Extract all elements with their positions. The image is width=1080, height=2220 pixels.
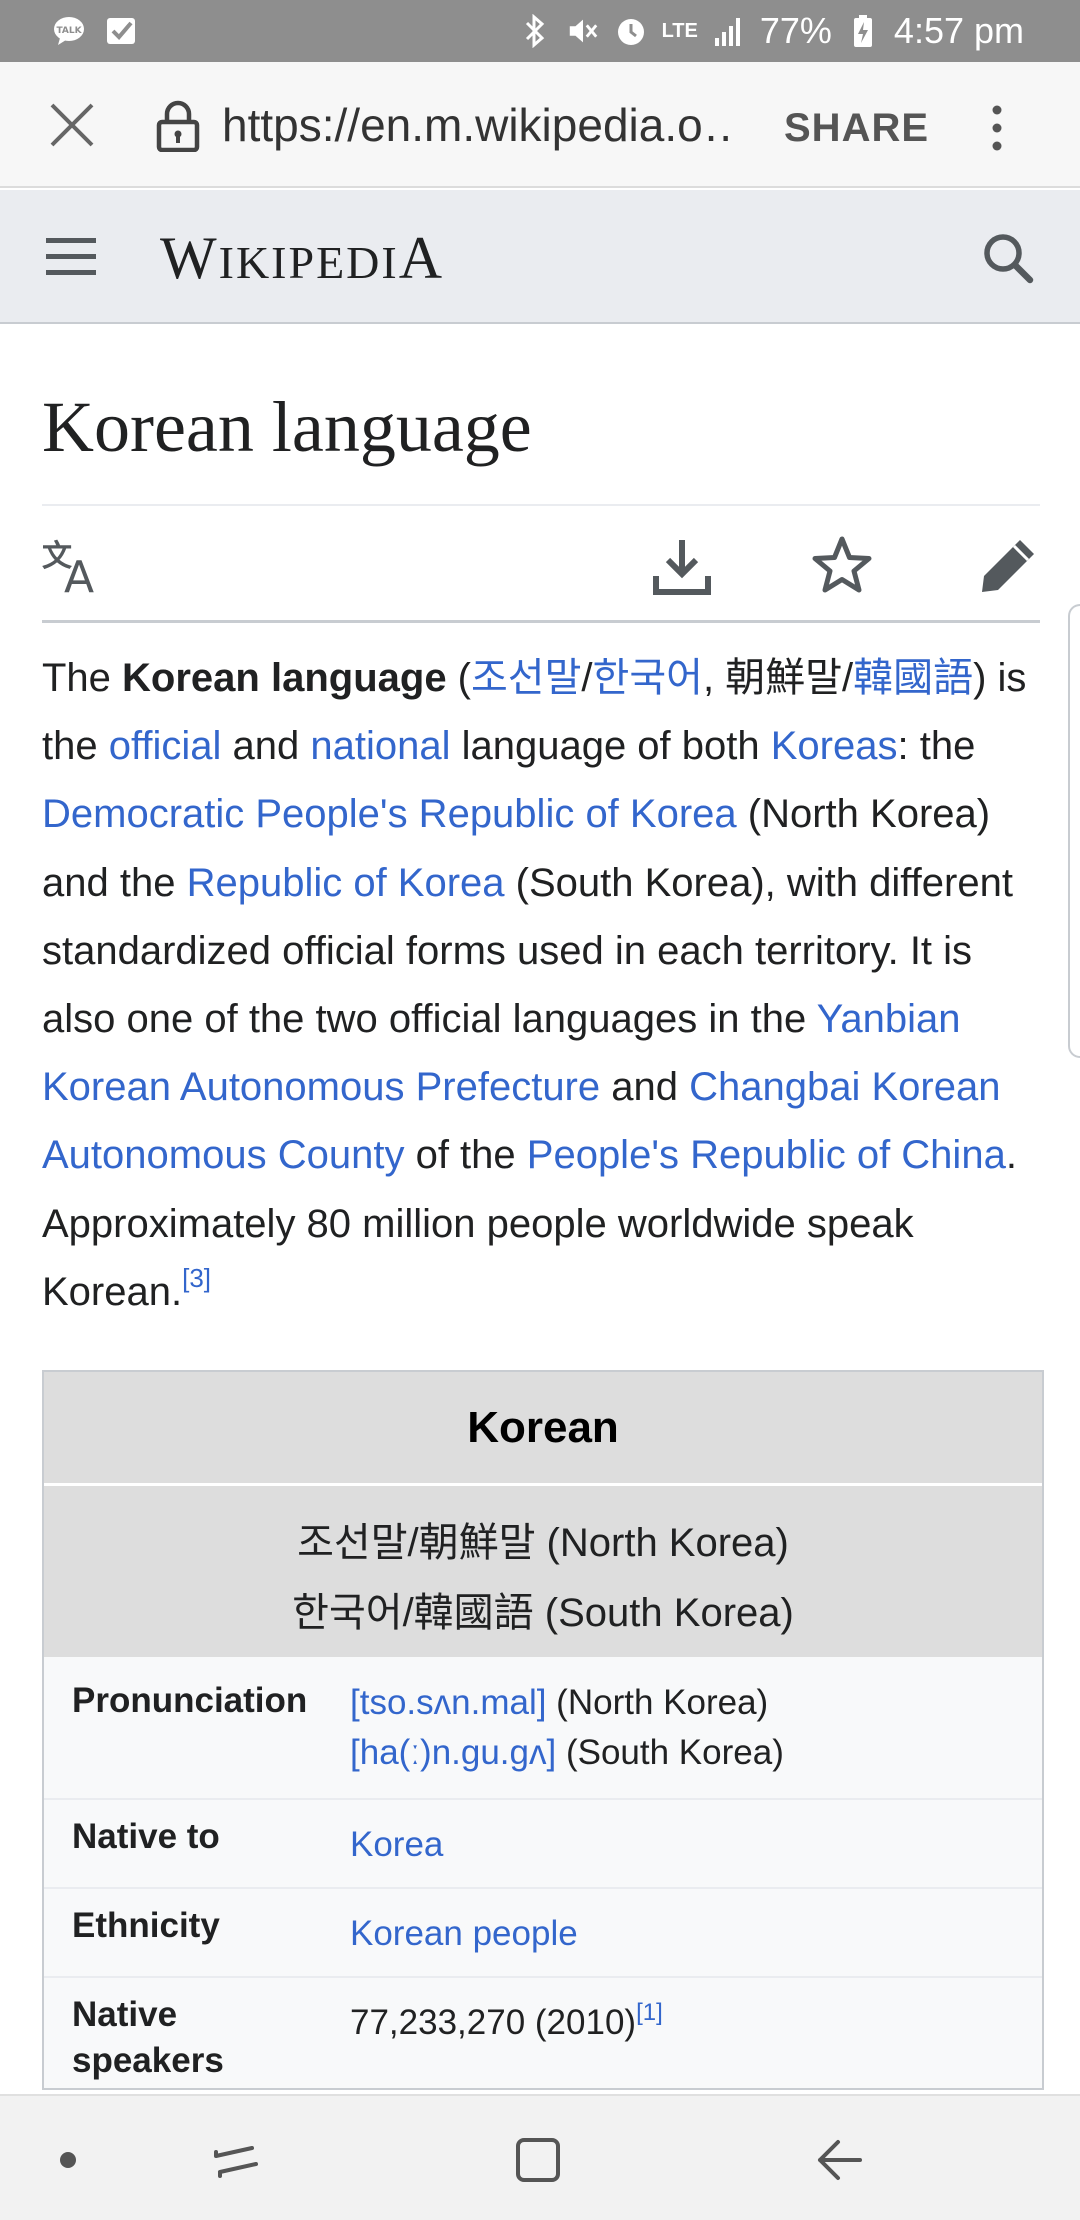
infobox-row-native-speakers: Native speakers 77,233,270 (2010)[1] (44, 1978, 1042, 2088)
link-korean-people[interactable]: Korean people (350, 1914, 578, 1953)
more-vert-icon[interactable] (982, 100, 1012, 156)
link-koreas[interactable]: Koreas (771, 724, 898, 768)
reference-3[interactable]: [3] (182, 1263, 211, 1293)
home-icon[interactable] (510, 2132, 566, 2188)
row-value: [tso.sʌn.mal] (North Korea) [ha(ː)n.gu.g… (350, 1683, 784, 1772)
actions-divider (42, 620, 1040, 623)
bluetooth-icon (518, 14, 552, 48)
row-value: Korea (350, 1820, 443, 1870)
dot-indicator-icon (40, 2132, 96, 2188)
link-national[interactable]: national (310, 724, 450, 768)
native-name-south: 한국어/韓國語 (South Korea) (292, 1591, 794, 1635)
row-label: Native to (72, 1817, 220, 1856)
infobox-row-ethnicity: Ethnicity Korean people (44, 1889, 1042, 1978)
network-type: LTE (661, 19, 698, 42)
share-button[interactable]: SHARE (784, 106, 929, 151)
talk-notification-icon: TALK (52, 14, 86, 48)
link-hanja[interactable]: 韓國語 (853, 656, 973, 700)
link-korea[interactable]: Korea (350, 1825, 443, 1864)
recent-apps-icon[interactable] (208, 2132, 264, 2188)
intro-paragraph: The Korean language (조선말/한국어, 朝鮮말/韓國語) i… (42, 656, 1027, 1314)
link-rok[interactable]: Republic of Korea (187, 861, 505, 905)
back-icon[interactable] (812, 2132, 868, 2188)
status-bar: TALK LTE 77% 4:57 pm (0, 0, 1080, 62)
row-value: Korean people (350, 1909, 578, 1959)
link-ipa-south[interactable]: [ha(ː)n.gu.gʌ] (350, 1733, 556, 1772)
row-label: Native speakers (72, 1995, 224, 2080)
browser-toolbar: https://en.m.wikipedia.o… SHARE (0, 62, 1080, 188)
hamburger-menu-icon[interactable] (44, 232, 100, 282)
lock-icon[interactable] (154, 100, 202, 153)
system-navigation-bar (0, 2094, 1080, 2220)
infobox-title: Korean (44, 1372, 1042, 1486)
link-dprk[interactable]: Democratic People's Republic of Korea (42, 792, 737, 836)
close-icon[interactable] (44, 97, 100, 153)
row-value: 77,233,270 (2010)[1] (350, 1999, 663, 2043)
side-panel-handle[interactable] (1068, 604, 1080, 1058)
wikipedia-logo[interactable]: WIKIPEDIA (160, 224, 444, 293)
mute-icon (566, 14, 600, 48)
infobox-row-native-to: Native to Korea (44, 1800, 1042, 1889)
search-icon[interactable] (980, 230, 1036, 286)
language-icon[interactable]: 文A (42, 534, 106, 603)
row-label: Pronunciation (72, 1681, 308, 1720)
battery-charging-icon (846, 14, 880, 48)
address-bar-url[interactable]: https://en.m.wikipedia.o… (222, 98, 732, 152)
download-icon[interactable] (650, 534, 714, 598)
link-prc[interactable]: People's Republic of China (527, 1133, 1006, 1177)
infobox-native-names: 조선말/朝鮮말 (North Korea) 한국어/韓國語 (South Kor… (44, 1486, 1042, 1660)
clock-time: 4:57 pm (893, 10, 1024, 51)
infobox: Korean 조선말/朝鮮말 (North Korea) 한국어/韓國語 (So… (42, 1370, 1044, 2090)
signal-icon (712, 14, 746, 48)
row-label: Ethnicity (72, 1906, 220, 1945)
play-notification-icon (104, 14, 138, 48)
reference-1[interactable]: [1] (636, 1999, 663, 2026)
page-title: Korean language (42, 387, 532, 467)
link-ipa-north[interactable]: [tso.sʌn.mal] (350, 1683, 546, 1722)
link-josonmal[interactable]: 조선말 (471, 656, 581, 700)
page-actions-bar: 文A (42, 524, 1040, 620)
title-divider (42, 504, 1040, 506)
native-name-north: 조선말/朝鮮말 (North Korea) (297, 1521, 789, 1565)
star-icon[interactable] (810, 534, 874, 598)
svg-text:A: A (64, 552, 94, 598)
link-hangugeo[interactable]: 한국어 (593, 656, 703, 700)
wikipedia-header: WIKIPEDIA (0, 190, 1080, 324)
battery-percent: 77% (759, 10, 832, 51)
infobox-row-pronunciation: Pronunciation [tso.sʌn.mal] (North Korea… (44, 1660, 1042, 1800)
pencil-icon[interactable] (976, 534, 1040, 598)
alarm-icon (614, 14, 648, 48)
svg-text:TALK: TALK (56, 26, 82, 36)
link-official[interactable]: official (109, 724, 222, 768)
